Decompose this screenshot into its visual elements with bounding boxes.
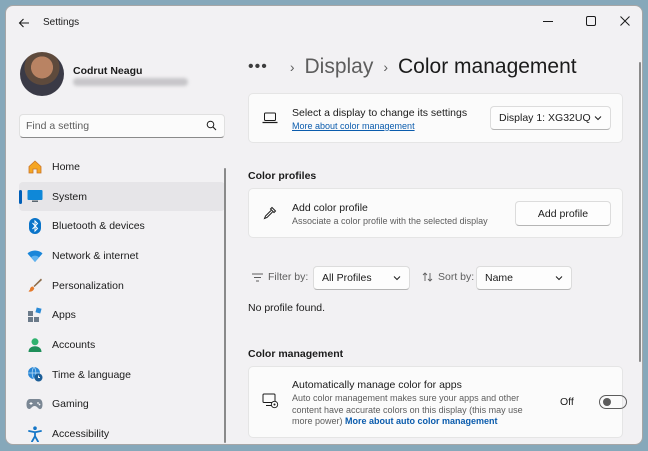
sidebar-item-accessibility[interactable]: Accessibility (19, 419, 225, 444)
sidebar-item-apps[interactable]: Apps (19, 300, 225, 330)
accessibility-icon (26, 425, 43, 442)
gamepad-icon (26, 396, 43, 413)
chevron-down-icon (594, 116, 602, 121)
breadcrumb-display[interactable]: Display (304, 55, 373, 79)
search-input[interactable] (26, 120, 196, 132)
breadcrumb: ••• › Display › Color management (248, 52, 577, 82)
auto-color-icon (262, 393, 279, 409)
empty-profiles-text: No profile found. (248, 302, 326, 314)
home-icon (26, 158, 43, 175)
content-scrollbar[interactable] (639, 62, 641, 362)
avatar[interactable] (20, 52, 64, 96)
toggle-knob (603, 398, 611, 406)
sort-label: Sort by: (422, 271, 474, 283)
apps-icon (26, 306, 43, 323)
sort-dropdown-value: Name (485, 272, 514, 284)
filter-dropdown-value: All Profiles (322, 272, 372, 284)
display-dropdown-value: Display 1: XG32UQ (499, 112, 591, 124)
chevron-right-icon: › (289, 59, 295, 75)
search-box[interactable] (19, 114, 225, 138)
display-select-title: Select a display to change its settings (292, 107, 468, 119)
sidebar-item-accounts[interactable]: Accounts (19, 330, 225, 360)
color-management-link[interactable]: More about color management (292, 121, 415, 133)
sidebar-item-system[interactable]: System (19, 181, 225, 212)
add-color-profile-card: Add color profile Associate a color prof… (248, 188, 623, 238)
search-icon (206, 120, 217, 131)
close-icon (620, 16, 630, 26)
eyedropper-icon (263, 206, 277, 220)
user-email-blurred (73, 78, 188, 86)
sort-icon (422, 272, 433, 282)
brush-icon (26, 277, 43, 294)
sidebar-item-gaming[interactable]: Gaming (19, 390, 225, 420)
sidebar-item-home[interactable]: Home (19, 152, 225, 182)
wifi-icon (26, 247, 43, 264)
sidebar-item-personalization[interactable]: Personalization (19, 271, 225, 301)
back-button[interactable] (14, 13, 34, 33)
globe-clock-icon (26, 366, 43, 383)
filter-label: Filter by: (252, 271, 308, 283)
maximize-icon (586, 16, 596, 26)
bluetooth-icon (26, 217, 43, 234)
user-name: Codrut Neagu (73, 65, 143, 77)
chevron-down-icon (555, 276, 563, 281)
sidebar-item-time-language[interactable]: Time & language (19, 360, 225, 390)
close-button[interactable] (610, 10, 640, 32)
laptop-icon (262, 112, 278, 124)
filter-dropdown[interactable]: All Profiles (313, 266, 410, 290)
minimize-icon (543, 21, 553, 22)
auto-color-link[interactable]: More about auto color management (345, 416, 498, 426)
minimize-button[interactable] (533, 10, 563, 32)
sidebar-scrollbar[interactable] (224, 168, 226, 443)
maximize-button[interactable] (576, 10, 606, 32)
sidebar-item-bluetooth[interactable]: Bluetooth & devices (19, 211, 225, 241)
sidebar-nav: Home System Bluetooth & devices Network … (19, 152, 225, 444)
app-title: Settings (43, 17, 80, 28)
auto-color-toggle[interactable] (599, 395, 627, 409)
add-color-profile-desc: Associate a color profile with the selec… (292, 216, 488, 226)
sidebar: Codrut Neagu Home System (6, 38, 232, 444)
toggle-state-label: Off (560, 396, 574, 408)
page-title: Color management (398, 55, 577, 78)
add-profile-button[interactable]: Add profile (515, 201, 611, 226)
system-icon (26, 188, 43, 205)
auto-color-card: Automatically manage color for apps Auto… (248, 366, 627, 438)
auto-color-description: Auto color management makes sure your ap… (292, 393, 523, 426)
auto-color-title: Automatically manage color for apps (292, 379, 462, 391)
sort-dropdown[interactable]: Name (476, 266, 572, 290)
display-select-card: Select a display to change its settings … (248, 93, 623, 143)
color-management-heading: Color management (248, 348, 344, 360)
breadcrumb-overflow-button[interactable]: ••• (248, 58, 268, 76)
main-content: ••• › Display › Color management Select … (232, 38, 642, 444)
filter-icon (252, 273, 263, 281)
add-color-profile-title: Add color profile (292, 202, 368, 214)
title-bar: Settings (6, 6, 642, 38)
chevron-right-icon: › (383, 59, 389, 75)
back-arrow-icon (18, 18, 29, 28)
chevron-down-icon (393, 276, 401, 281)
display-dropdown[interactable]: Display 1: XG32UQ (490, 106, 611, 130)
person-icon (26, 336, 43, 353)
settings-window: Settings Codrut Neagu Home (5, 5, 643, 445)
sidebar-item-network[interactable]: Network & internet (19, 241, 225, 271)
color-profiles-heading: Color profiles (248, 170, 317, 182)
